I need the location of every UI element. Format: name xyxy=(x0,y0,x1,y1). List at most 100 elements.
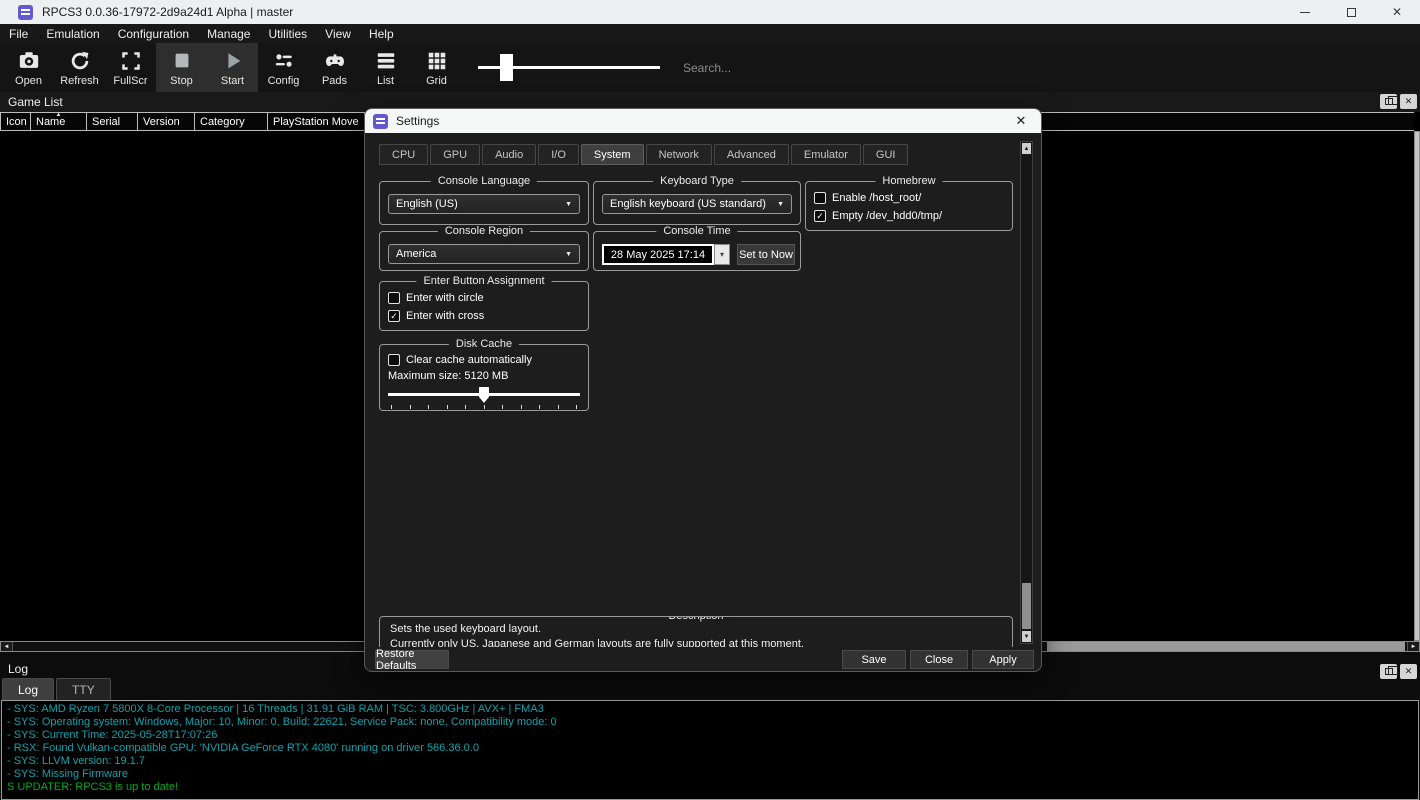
tab-log[interactable]: Log xyxy=(2,678,54,700)
refresh-label: Refresh xyxy=(60,75,99,87)
settings-close-button[interactable]: ✕ xyxy=(1005,109,1037,133)
column-label: Icon xyxy=(6,116,27,128)
console-language-group: Console Language English (US) ▼ xyxy=(379,181,589,225)
slider-tick xyxy=(428,405,429,409)
enter-with-cross-checkbox[interactable]: ✓ Enter with cross xyxy=(388,309,484,323)
disk-cache-slider-handle[interactable] xyxy=(479,387,489,403)
column-header-icon[interactable]: Icon xyxy=(0,112,31,131)
start-button[interactable]: Start xyxy=(207,43,258,92)
icon-size-slider[interactable] xyxy=(478,43,660,92)
close-dialog-button[interactable]: Close xyxy=(910,650,968,669)
enter-with-circle-checkbox[interactable]: Enter with circle xyxy=(388,291,484,305)
chevron-down-icon: ▼ xyxy=(777,201,784,208)
minimize-button[interactable] xyxy=(1282,0,1328,24)
settings-scrollbar-thumb[interactable] xyxy=(1022,583,1031,629)
grid-icon xyxy=(426,48,448,73)
settings-vertical-scrollbar[interactable]: ▲ ▼ xyxy=(1020,141,1033,644)
tab-advanced[interactable]: Advanced xyxy=(714,144,789,165)
enable-host-root-checkbox[interactable]: Enable /host_root/ xyxy=(814,191,921,205)
scroll-right-button[interactable]: ► xyxy=(1407,642,1419,651)
stop-button[interactable]: Stop xyxy=(156,43,207,92)
column-header-playstation-move[interactable]: PlayStation Move xyxy=(267,112,365,131)
tab-network[interactable]: Network xyxy=(646,144,712,165)
window-title: RPCS3 0.0.36-17972-2d9a24d1 Alpha | mast… xyxy=(42,5,293,19)
close-icon: ✕ xyxy=(1016,113,1027,129)
description-text-line1: Sets the used keyboard layout. xyxy=(390,623,541,635)
menu-file[interactable]: File xyxy=(0,24,37,43)
tab-system[interactable]: System xyxy=(581,144,644,165)
save-button[interactable]: Save xyxy=(842,650,906,669)
minimize-icon xyxy=(1300,12,1310,13)
refresh-icon xyxy=(69,48,91,73)
tab-io[interactable]: I/O xyxy=(538,144,579,165)
window-controls: ✕ xyxy=(1282,0,1420,24)
column-label: PlayStation Move xyxy=(273,116,359,128)
fullscreen-icon xyxy=(121,48,141,73)
column-header-serial[interactable]: Serial xyxy=(86,112,138,131)
scroll-left-icon: ◄ xyxy=(4,644,10,650)
game-list-vertical-scrollbar[interactable] xyxy=(1414,131,1420,641)
apply-button[interactable]: Apply xyxy=(972,650,1034,669)
clear-cache-checkbox[interactable]: Clear cache automatically xyxy=(388,353,532,367)
column-header-category[interactable]: Category xyxy=(194,112,268,131)
tab-audio[interactable]: Audio xyxy=(482,144,536,165)
config-icon xyxy=(273,48,295,73)
menu-manage[interactable]: Manage xyxy=(198,24,259,43)
menu-utilities[interactable]: Utilities xyxy=(259,24,316,43)
console-time-group: Console Time 28 May 2025 17:14 ▾ Set to … xyxy=(593,231,801,271)
description-text-line2: Currently only US, Japanese and German l… xyxy=(390,638,804,647)
tab-gpu[interactable]: GPU xyxy=(430,144,480,165)
console-time-input[interactable]: 28 May 2025 17:14 xyxy=(602,244,714,265)
checkbox-unchecked-icon xyxy=(388,354,400,366)
game-list-float-button[interactable] xyxy=(1380,94,1397,109)
menu-help[interactable]: Help xyxy=(360,24,403,43)
console-region-dropdown[interactable]: America ▼ xyxy=(388,244,580,264)
config-button[interactable]: Config xyxy=(258,43,309,92)
game-list-close-button[interactable]: ✕ xyxy=(1400,94,1417,109)
tab-cpu[interactable]: CPU xyxy=(379,144,428,165)
close-button[interactable]: ✕ xyxy=(1374,0,1420,24)
settings-dialog-titlebar[interactable]: Settings ✕ xyxy=(365,109,1041,133)
column-header-name[interactable]: ▲ Name xyxy=(30,112,87,131)
column-header-version[interactable]: Version xyxy=(137,112,195,131)
slider-tick xyxy=(576,405,577,409)
search-placeholder: Search... xyxy=(683,61,731,75)
menu-emulation[interactable]: Emulation xyxy=(37,24,108,43)
tab-tty[interactable]: TTY xyxy=(56,678,111,700)
set-to-now-button[interactable]: Set to Now xyxy=(737,244,795,265)
refresh-button[interactable]: Refresh xyxy=(54,43,105,92)
empty-dev-hdd0-tmp-label: Empty /dev_hdd0/tmp/ xyxy=(832,210,942,222)
log-float-button[interactable] xyxy=(1380,664,1397,679)
scroll-left-button[interactable]: ◄ xyxy=(1,642,13,651)
menu-view[interactable]: View xyxy=(316,24,360,43)
fullscreen-button[interactable]: FullScr xyxy=(105,43,156,92)
scroll-up-button[interactable]: ▲ xyxy=(1022,143,1031,154)
restore-defaults-button[interactable]: Restore Defaults xyxy=(375,650,449,669)
list-view-button[interactable]: List xyxy=(360,43,411,92)
menu-configuration[interactable]: Configuration xyxy=(109,24,198,43)
log-close-button[interactable]: ✕ xyxy=(1400,664,1417,679)
tab-emulator[interactable]: Emulator xyxy=(791,144,861,165)
search-input[interactable]: Search... xyxy=(683,43,731,92)
log-output[interactable]: - SYS: AMD Ryzen 7 5800X 8-Core Processo… xyxy=(1,700,1419,800)
scroll-up-icon: ▲ xyxy=(1024,146,1030,152)
slider-tick xyxy=(558,405,559,409)
console-region-label: Console Region xyxy=(438,225,530,238)
grid-view-button[interactable]: Grid xyxy=(411,43,462,92)
horizontal-scrollbar-thumb[interactable] xyxy=(1047,642,1405,651)
icon-size-slider-handle[interactable] xyxy=(500,54,513,81)
empty-dev-hdd0-tmp-checkbox[interactable]: ✓ Empty /dev_hdd0/tmp/ xyxy=(814,209,942,223)
keyboard-type-label: Keyboard Type xyxy=(653,175,741,188)
fullscreen-label: FullScr xyxy=(113,75,147,87)
console-time-dropdown-button[interactable]: ▾ xyxy=(714,244,730,265)
tab-gui[interactable]: GUI xyxy=(863,144,909,165)
keyboard-type-dropdown[interactable]: English keyboard (US standard) ▼ xyxy=(602,194,792,214)
open-button[interactable]: Open xyxy=(3,43,54,92)
log-line: S UPDATER: RPCS3 is up to date! xyxy=(7,781,1413,794)
column-label: Version xyxy=(143,116,180,128)
console-language-dropdown[interactable]: English (US) ▼ xyxy=(388,194,580,214)
scroll-down-button[interactable]: ▼ xyxy=(1022,631,1031,642)
start-label: Start xyxy=(221,75,244,87)
maximize-button[interactable] xyxy=(1328,0,1374,24)
pads-button[interactable]: Pads xyxy=(309,43,360,92)
